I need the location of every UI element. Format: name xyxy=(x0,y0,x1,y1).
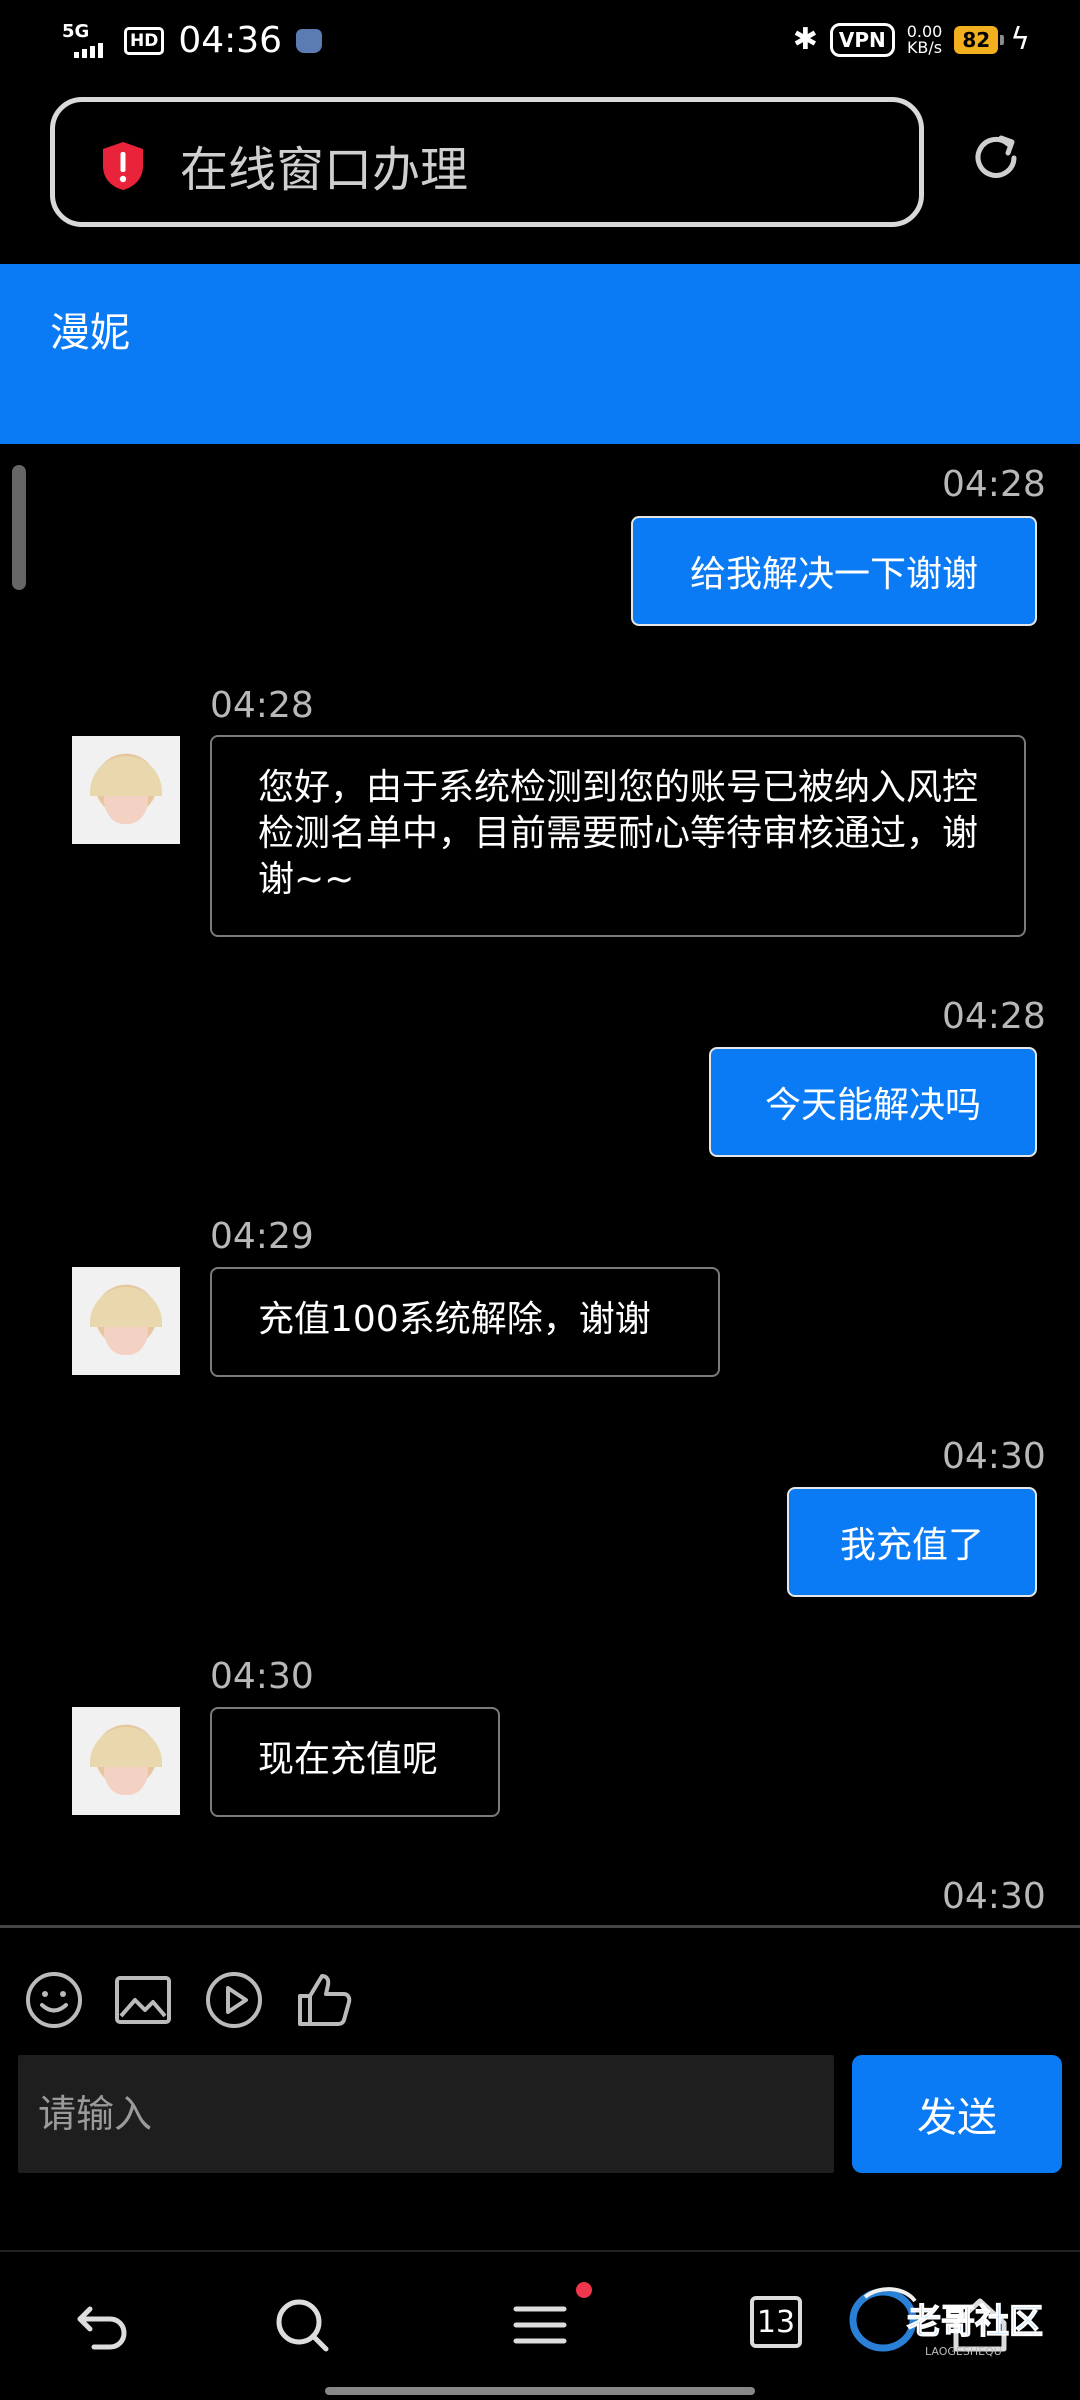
message-bubble-incoming[interactable]: 现在充值呢 xyxy=(210,1707,500,1817)
bluetooth-icon: ✱ xyxy=(792,22,818,57)
message-time: 04:29 xyxy=(210,1216,314,1257)
message-input[interactable] xyxy=(18,2055,834,2173)
page-title: 在线窗口办理 xyxy=(180,142,469,198)
chat-header: 漫妮 xyxy=(0,264,1080,444)
message-input-container xyxy=(18,2055,834,2173)
tabs-icon[interactable]: 13 xyxy=(750,2296,802,2348)
svg-text:老哥社区: 老哥社区 xyxy=(907,2302,1043,2342)
scrollbar-thumb[interactable] xyxy=(12,465,26,590)
status-time: 04:36 xyxy=(178,20,283,61)
image-icon[interactable] xyxy=(113,1970,173,2030)
message-time: 04:30 xyxy=(210,1656,314,1697)
avatar[interactable] xyxy=(72,1707,180,1815)
network-type: 5G xyxy=(62,20,90,42)
back-icon[interactable] xyxy=(72,2295,132,2355)
message-bubble-outgoing[interactable]: 今天能解决吗 xyxy=(709,1047,1037,1157)
contact-name: 漫妮 xyxy=(50,310,130,356)
message-bubble-outgoing[interactable]: 给我解决一下谢谢 xyxy=(631,516,1037,626)
charging-icon: ϟ xyxy=(1010,22,1030,57)
emoji-icon[interactable] xyxy=(24,1970,84,2030)
status-bar: 5G HD 04:36 ✱ VPN 0.00 KB/s 82 ϟ xyxy=(0,0,1080,84)
avatar[interactable] xyxy=(72,736,180,844)
app-notification-icon xyxy=(296,28,323,53)
speed-unit: KB/s xyxy=(906,37,943,57)
watermark-logo: 老哥社区 LAOGESHEQU xyxy=(849,2287,1044,2358)
vpn-icon: VPN xyxy=(829,22,895,57)
message-bubble-incoming[interactable]: 您好，由于系统检测到您的账号已被纳入风控检测名单中，目前需要耐心等待审核通过，谢… xyxy=(210,735,1026,937)
cellular-signal-icon: 5G xyxy=(60,21,110,61)
message-bubble-outgoing[interactable]: 我充值了 xyxy=(787,1487,1037,1597)
address-bar[interactable]: 在线窗口办理 xyxy=(50,97,924,227)
menu-icon[interactable] xyxy=(510,2295,570,2355)
message-time: 04:28 xyxy=(210,685,314,726)
message-time: 04:28 xyxy=(942,996,1046,1037)
svg-text:LAOGESHEQU: LAOGESHEQU xyxy=(925,2345,1002,2358)
divider xyxy=(0,1925,1080,1928)
notification-dot xyxy=(576,2282,592,2298)
thumbs-up-icon[interactable] xyxy=(294,1970,354,2030)
message-time: 04:28 xyxy=(942,464,1046,505)
message-bubble-incoming[interactable]: 充值100系统解除，谢谢 xyxy=(210,1267,720,1377)
message-time: 04:30 xyxy=(942,1876,1046,1917)
avatar[interactable] xyxy=(72,1267,180,1375)
hd-voice-icon: HD xyxy=(124,26,165,55)
network-speed: 0.00 KB/s xyxy=(906,23,943,57)
search-icon[interactable] xyxy=(272,2295,332,2355)
nav-divider xyxy=(0,2250,1080,2252)
home-indicator[interactable] xyxy=(325,2387,755,2395)
send-button[interactable]: 发送 xyxy=(852,2055,1062,2173)
battery-icon: 82 xyxy=(954,25,1005,54)
video-icon[interactable] xyxy=(204,1970,264,2030)
shield-warning-icon xyxy=(103,142,143,190)
reload-icon[interactable] xyxy=(968,130,1024,186)
message-time: 04:30 xyxy=(942,1436,1046,1477)
